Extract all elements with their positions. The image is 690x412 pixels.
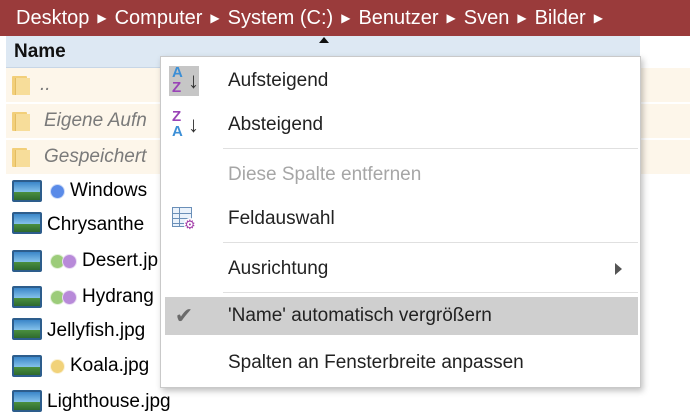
chevron-right-icon[interactable]: ▶ xyxy=(517,11,526,25)
list-item-label: Desert.jp xyxy=(82,250,159,271)
menu-separator xyxy=(223,148,638,149)
tag-dot-icon xyxy=(50,358,65,374)
tag-dot-icon xyxy=(50,183,65,199)
menu-item-fit-columns[interactable]: Spalten an Fensterbreite anpassen xyxy=(165,344,638,382)
menu-item-remove-column: Diese Spalte entfernen xyxy=(165,156,638,194)
list-item-label: Koala.jpg xyxy=(70,355,150,376)
breadcrumb-label[interactable]: Sven xyxy=(464,7,510,30)
list-item-label: Hydrang xyxy=(82,286,154,307)
sort-za-descending-icon: Z A ↓ xyxy=(172,108,199,140)
color-tags xyxy=(50,358,65,374)
menu-item-auto-size-name[interactable]: ✔ 'Name' automatisch vergrößern xyxy=(165,297,638,335)
menu-separator xyxy=(223,242,638,243)
breadcrumb-label[interactable]: Desktop xyxy=(16,7,89,30)
breadcrumb-label[interactable]: System (C:) xyxy=(228,7,334,30)
menu-item-label: Spalten an Fensterbreite anpassen xyxy=(228,352,524,373)
sort-az-ascending-icon: A Z ↓ xyxy=(169,64,199,96)
column-context-menu: A Z ↓ Aufsteigend Z A ↓ Absteigend Diese… xyxy=(160,56,641,388)
menu-separator xyxy=(223,292,638,293)
color-tags xyxy=(50,253,77,269)
menu-item-sort-ascending[interactable]: A Z ↓ Aufsteigend xyxy=(165,62,638,100)
chevron-right-icon[interactable]: ▶ xyxy=(341,11,350,25)
list-item-image[interactable]: Lighthouse.jpg xyxy=(6,385,690,412)
image-file-icon xyxy=(12,250,42,272)
list-item-label: Chrysanthe xyxy=(47,214,145,235)
breadcrumb-item-system[interactable]: System (C:) ▶ xyxy=(228,7,359,30)
list-item-label: .. xyxy=(40,74,51,95)
image-file-icon xyxy=(12,318,42,340)
chevron-right-icon[interactable]: ▶ xyxy=(210,11,219,25)
breadcrumb-item-sven[interactable]: Sven ▶ xyxy=(464,7,535,30)
breadcrumb-item-computer[interactable]: Computer ▶ xyxy=(115,7,228,30)
submenu-arrow-icon xyxy=(615,263,622,275)
menu-item-field-chooser[interactable]: ⚙ Feldauswahl xyxy=(165,200,638,238)
menu-item-label: Diese Spalte entfernen xyxy=(228,164,422,185)
folder-icon xyxy=(12,147,30,167)
folder-icon xyxy=(12,111,30,131)
list-item-label: Eigene Aufn xyxy=(44,110,147,131)
breadcrumb-label[interactable]: Bilder xyxy=(535,7,586,30)
list-item-label: Lighthouse.jpg xyxy=(47,391,171,412)
breadcrumb-item-bilder[interactable]: Bilder ▶ xyxy=(535,7,611,30)
menu-item-label: Absteigend xyxy=(228,114,324,135)
menu-item-label: Aufsteigend xyxy=(228,70,329,91)
tag-dot-icon xyxy=(62,253,77,269)
menu-item-label: Ausrichtung xyxy=(228,258,329,279)
list-item-label: Jellyfish.jpg xyxy=(47,320,146,341)
menu-item-label: 'Name' automatisch vergrößern xyxy=(228,305,492,326)
image-file-icon xyxy=(12,390,42,412)
list-item-label: Windows xyxy=(70,180,148,201)
tag-dot-icon xyxy=(62,289,77,305)
image-file-icon xyxy=(12,212,42,234)
folder-icon xyxy=(12,75,30,95)
menu-item-label: Feldauswahl xyxy=(228,208,335,229)
breadcrumb-item-benutzer[interactable]: Benutzer ▶ xyxy=(358,7,463,30)
menu-item-sort-descending[interactable]: Z A ↓ Absteigend xyxy=(165,106,638,144)
column-header-label: Name xyxy=(14,41,66,62)
breadcrumb-item-desktop[interactable]: Desktop ▶ xyxy=(16,7,115,30)
field-chooser-icon: ⚙ xyxy=(169,204,199,234)
image-file-icon xyxy=(12,355,42,377)
list-item-label: Gespeichert xyxy=(44,146,147,167)
chevron-right-icon[interactable]: ▶ xyxy=(594,11,603,25)
image-file-icon xyxy=(12,180,42,202)
chevron-right-icon[interactable]: ▶ xyxy=(447,11,456,25)
sort-ascending-icon xyxy=(319,37,329,43)
breadcrumb: Desktop ▶ Computer ▶ System (C:) ▶ Benut… xyxy=(0,0,690,36)
breadcrumb-label[interactable]: Computer xyxy=(115,7,203,30)
chevron-right-icon[interactable]: ▶ xyxy=(97,11,106,25)
menu-item-alignment[interactable]: Ausrichtung xyxy=(165,250,638,288)
color-tags xyxy=(50,289,77,305)
image-file-icon xyxy=(12,286,42,308)
color-tags xyxy=(50,183,65,199)
breadcrumb-label[interactable]: Benutzer xyxy=(358,7,438,30)
checkmark-icon: ✔ xyxy=(174,303,194,328)
